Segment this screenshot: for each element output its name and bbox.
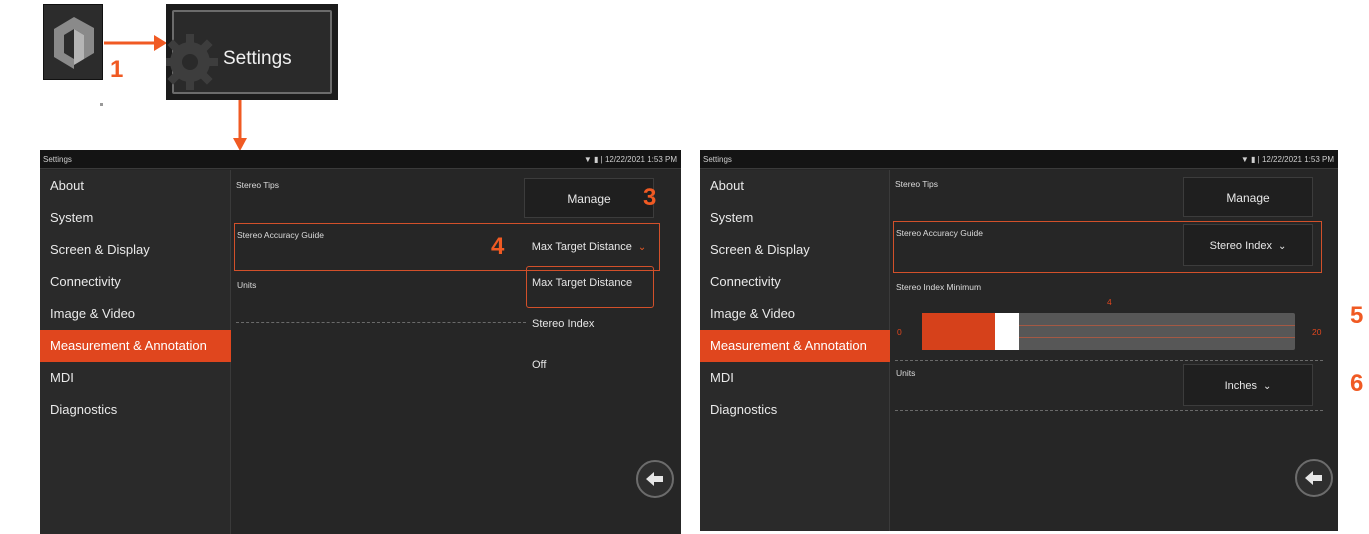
callout-3: 3 (643, 184, 657, 211)
sidebar-item-mdi[interactable]: MDI (40, 362, 231, 394)
slider-max-label: 20 (1312, 327, 1322, 337)
sidebar-item-measurement-annotation[interactable]: Measurement & Annotation (700, 330, 890, 362)
divider (895, 360, 1323, 361)
chevron-down-icon: ⌄ (1263, 381, 1272, 392)
slider-min-label: 0 (897, 327, 902, 337)
accuracy-guide-select[interactable]: Stereo Index ⌄ (1183, 224, 1313, 266)
manage-button[interactable]: Manage (1183, 177, 1313, 217)
wifi-icon: ▼ (1240, 155, 1249, 164)
callout-5: 5 (1350, 302, 1364, 329)
battery-icon: ▮ (1251, 155, 1256, 164)
sidebar-item-diagnostics[interactable]: Diagnostics (700, 394, 891, 426)
accuracy-guide-select[interactable]: Max Target Distance ⌄ (524, 227, 654, 265)
app-launcher-icon[interactable] (43, 4, 103, 80)
sidebar-item-image-video[interactable]: Image & Video (700, 298, 891, 330)
dot (100, 103, 103, 106)
manage-button[interactable]: Manage (524, 178, 654, 218)
divider (236, 322, 526, 323)
dropdown-option-off[interactable]: Off (532, 359, 546, 371)
sidebar-item-image-video[interactable]: Image & Video (40, 298, 231, 330)
callout-4: 4 (491, 233, 505, 260)
units-label: Units (896, 368, 916, 378)
wifi-icon: ▼ (583, 155, 592, 164)
slider-value-label: 4 (1107, 297, 1112, 307)
accuracy-guide-label: Stereo Accuracy Guide (237, 230, 324, 240)
status-datetime: 12/22/2021 1:53 PM (1261, 155, 1334, 164)
units-label: Units (237, 280, 257, 290)
sidebar-item-mdi[interactable]: MDI (700, 362, 891, 394)
settings-tile-label: Settings (223, 48, 292, 69)
back-button[interactable] (1295, 459, 1333, 497)
settings-content: Stereo Tips Manage Stereo Accuracy Guide… (232, 170, 681, 534)
sidebar-item-screen-display[interactable]: Screen & Display (700, 234, 891, 266)
sidebar-item-screen-display[interactable]: Screen & Display (40, 234, 231, 266)
settings-sidebar: About System Screen & Display Connectivi… (40, 170, 231, 534)
stereo-index-min-label: Stereo Index Minimum (896, 282, 982, 292)
slider-fill (922, 313, 997, 350)
sidebar-item-connectivity[interactable]: Connectivity (40, 266, 231, 298)
sidebar-item-connectivity[interactable]: Connectivity (700, 266, 891, 298)
callout-6: 6 (1350, 370, 1364, 397)
dropdown-option-stereo-index[interactable]: Stereo Index (532, 318, 594, 330)
dropdown-option-max-target-distance[interactable]: Max Target Distance (532, 277, 632, 289)
status-title: Settings (43, 155, 72, 164)
units-select[interactable]: Inches ⌄ (1183, 364, 1313, 406)
battery-icon: ▮ (594, 155, 599, 164)
settings-screen-right: Settings ▼ ▮ | 12/22/2021 1:53 PM About … (700, 150, 1338, 531)
stereo-tips-label: Stereo Tips (895, 179, 938, 189)
divider (895, 410, 1323, 411)
app-logo-icon (54, 17, 94, 69)
callout-1: 1 (110, 56, 124, 83)
back-arrow-icon (646, 472, 663, 486)
back-button[interactable] (636, 460, 674, 498)
back-arrow-icon (1305, 471, 1322, 485)
sidebar-item-measurement-annotation[interactable]: Measurement & Annotation (40, 330, 231, 362)
flow-arrow-right (104, 35, 167, 51)
accuracy-guide-value: Max Target Distance (531, 241, 632, 253)
settings-content: Stereo Tips Manage Stereo Accuracy Guide… (891, 170, 1338, 531)
chevron-down-icon: ⌄ (637, 242, 647, 253)
status-datetime: 12/22/2021 1:53 PM (604, 155, 677, 164)
settings-sidebar: About System Screen & Display Connectivi… (700, 170, 890, 531)
status-title: Settings (703, 155, 732, 164)
gear-icon (166, 34, 218, 90)
sidebar-item-diagnostics[interactable]: Diagnostics (40, 394, 231, 426)
accuracy-guide-value: Stereo Index (1209, 240, 1272, 252)
status-bar: Settings ▼ ▮ | 12/22/2021 1:53 PM (700, 150, 1338, 169)
slider-thumb[interactable] (995, 313, 1019, 350)
chevron-down-icon: ⌄ (1277, 241, 1287, 252)
sidebar-item-about[interactable]: About (40, 170, 231, 202)
sidebar-item-about[interactable]: About (700, 170, 891, 202)
accuracy-guide-label: Stereo Accuracy Guide (896, 228, 983, 238)
sidebar-item-system[interactable]: System (700, 202, 891, 234)
status-bar: Settings ▼ ▮ | 12/22/2021 1:53 PM (40, 150, 681, 169)
stereo-tips-label: Stereo Tips (236, 180, 279, 190)
settings-tile[interactable]: Settings (166, 4, 338, 100)
sidebar-item-system[interactable]: System (40, 202, 231, 234)
units-value: Inches (1224, 380, 1258, 392)
stereo-index-slider[interactable] (922, 313, 1295, 350)
flow-arrow-down (233, 100, 247, 151)
settings-screen-left: Settings ▼ ▮ | 12/22/2021 1:53 PM About … (40, 150, 681, 534)
